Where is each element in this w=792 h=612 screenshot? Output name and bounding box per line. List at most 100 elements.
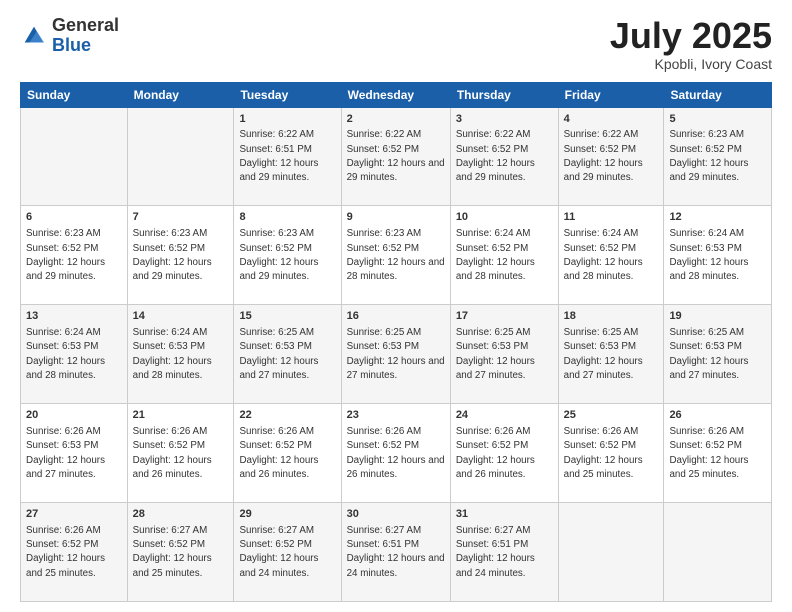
logo: General Blue bbox=[20, 16, 119, 56]
day-info: Sunrise: 6:26 AMSunset: 6:52 PMDaylight:… bbox=[456, 426, 535, 480]
calendar-week-2: 6Sunrise: 6:23 AMSunset: 6:52 PMDaylight… bbox=[21, 206, 772, 305]
day-info: Sunrise: 6:26 AMSunset: 6:52 PMDaylight:… bbox=[26, 525, 105, 579]
day-info: Sunrise: 6:26 AMSunset: 6:52 PMDaylight:… bbox=[347, 426, 445, 480]
calendar-cell: 15Sunrise: 6:25 AMSunset: 6:53 PMDayligh… bbox=[234, 305, 341, 404]
calendar-cell: 6Sunrise: 6:23 AMSunset: 6:52 PMDaylight… bbox=[21, 206, 128, 305]
calendar-cell: 25Sunrise: 6:26 AMSunset: 6:52 PMDayligh… bbox=[558, 404, 664, 503]
day-info: Sunrise: 6:22 AMSunset: 6:52 PMDaylight:… bbox=[347, 129, 445, 183]
col-saturday: Saturday bbox=[664, 82, 772, 107]
day-info: Sunrise: 6:27 AMSunset: 6:52 PMDaylight:… bbox=[133, 525, 212, 579]
day-info: Sunrise: 6:26 AMSunset: 6:53 PMDaylight:… bbox=[26, 426, 105, 480]
col-monday: Monday bbox=[127, 82, 234, 107]
day-number: 12 bbox=[669, 210, 766, 225]
day-number: 17 bbox=[456, 309, 553, 324]
calendar-cell: 5 Sunrise: 6:23 AMSunset: 6:52 PMDaylight… bbox=[664, 107, 772, 206]
main-title: July 2025 bbox=[610, 16, 772, 56]
day-info: Sunrise: 6:26 AMSunset: 6:52 PMDaylight:… bbox=[133, 426, 212, 480]
calendar-cell: 27Sunrise: 6:26 AMSunset: 6:52 PMDayligh… bbox=[21, 503, 128, 602]
day-number: 11 bbox=[564, 210, 659, 225]
header: General Blue July 2025 Kpobli, Ivory Coa… bbox=[20, 16, 772, 72]
day-number: 22 bbox=[239, 408, 335, 423]
day-info: Sunrise: 6:26 AMSunset: 6:52 PMDaylight:… bbox=[669, 426, 748, 480]
day-number: 1 bbox=[239, 112, 335, 127]
page: General Blue July 2025 Kpobli, Ivory Coa… bbox=[0, 0, 792, 612]
calendar-week-5: 27Sunrise: 6:26 AMSunset: 6:52 PMDayligh… bbox=[21, 503, 772, 602]
subtitle: Kpobli, Ivory Coast bbox=[610, 56, 772, 72]
calendar-cell bbox=[21, 107, 128, 206]
day-number: 30 bbox=[347, 507, 445, 522]
calendar-cell: 3Sunrise: 6:22 AMSunset: 6:52 PMDaylight… bbox=[450, 107, 558, 206]
day-number: 31 bbox=[456, 507, 553, 522]
day-info: Sunrise: 6:24 AMSunset: 6:52 PMDaylight:… bbox=[564, 228, 643, 282]
col-tuesday: Tuesday bbox=[234, 82, 341, 107]
header-row: Sunday Monday Tuesday Wednesday Thursday… bbox=[21, 82, 772, 107]
calendar-cell: 16 Sunrise: 6:25 AMSunset: 6:53 PMDayligh… bbox=[341, 305, 450, 404]
day-info: Sunrise: 6:25 AMSunset: 6:53 PMDaylight:… bbox=[347, 327, 445, 381]
day-info: Sunrise: 6:23 AMSunset: 6:52 PMDaylight:… bbox=[239, 228, 318, 282]
day-info: Sunrise: 6:24 AMSunset: 6:53 PMDaylight:… bbox=[133, 327, 212, 381]
col-thursday: Thursday bbox=[450, 82, 558, 107]
day-number: 24 bbox=[456, 408, 553, 423]
calendar-cell: 12 Sunrise: 6:24 AMSunset: 6:53 PMDayligh… bbox=[664, 206, 772, 305]
calendar-table: Sunday Monday Tuesday Wednesday Thursday… bbox=[20, 82, 772, 602]
day-number: 26 bbox=[669, 408, 766, 423]
calendar-cell: 8Sunrise: 6:23 AMSunset: 6:52 PMDaylight… bbox=[234, 206, 341, 305]
day-info: Sunrise: 6:26 AMSunset: 6:52 PMDaylight:… bbox=[239, 426, 318, 480]
calendar-week-3: 13 Sunrise: 6:24 AMSunset: 6:53 PMDayligh… bbox=[21, 305, 772, 404]
day-info: Sunrise: 6:24 AMSunset: 6:53 PMDaylight:… bbox=[26, 327, 105, 381]
calendar-week-1: 1 Sunrise: 6:22 AMSunset: 6:51 PMDaylight… bbox=[21, 107, 772, 206]
day-number: 9 bbox=[347, 210, 445, 225]
day-info: Sunrise: 6:27 AMSunset: 6:51 PMDaylight:… bbox=[347, 525, 445, 579]
day-number: 3 bbox=[456, 112, 553, 127]
calendar-cell: 20 Sunrise: 6:26 AMSunset: 6:53 PMDayligh… bbox=[21, 404, 128, 503]
day-number: 18 bbox=[564, 309, 659, 324]
calendar-cell: 17Sunrise: 6:25 AMSunset: 6:53 PMDayligh… bbox=[450, 305, 558, 404]
calendar-week-4: 20 Sunrise: 6:26 AMSunset: 6:53 PMDayligh… bbox=[21, 404, 772, 503]
calendar-cell: 9Sunrise: 6:23 AMSunset: 6:52 PMDaylight… bbox=[341, 206, 450, 305]
day-number: 29 bbox=[239, 507, 335, 522]
day-info: Sunrise: 6:25 AMSunset: 6:53 PMDaylight:… bbox=[669, 327, 748, 381]
day-info: Sunrise: 6:22 AMSunset: 6:52 PMDaylight:… bbox=[564, 129, 643, 183]
day-info: Sunrise: 6:25 AMSunset: 6:53 PMDaylight:… bbox=[564, 327, 643, 381]
logo-blue-text: Blue bbox=[52, 36, 119, 56]
logo-icon bbox=[20, 22, 48, 50]
calendar-cell: 26 Sunrise: 6:26 AMSunset: 6:52 PMDayligh… bbox=[664, 404, 772, 503]
day-number: 16 bbox=[347, 309, 445, 324]
calendar-cell: 24 Sunrise: 6:26 AMSunset: 6:52 PMDayligh… bbox=[450, 404, 558, 503]
day-info: Sunrise: 6:24 AMSunset: 6:53 PMDaylight:… bbox=[669, 228, 748, 282]
calendar-cell: 30 Sunrise: 6:27 AMSunset: 6:51 PMDayligh… bbox=[341, 503, 450, 602]
col-wednesday: Wednesday bbox=[341, 82, 450, 107]
calendar-cell: 22 Sunrise: 6:26 AMSunset: 6:52 PMDayligh… bbox=[234, 404, 341, 503]
calendar-cell bbox=[558, 503, 664, 602]
calendar-cell: 14 Sunrise: 6:24 AMSunset: 6:53 PMDayligh… bbox=[127, 305, 234, 404]
calendar-cell: 7Sunrise: 6:23 AMSunset: 6:52 PMDaylight… bbox=[127, 206, 234, 305]
calendar-body: 1 Sunrise: 6:22 AMSunset: 6:51 PMDaylight… bbox=[21, 107, 772, 601]
day-number: 4 bbox=[564, 112, 659, 127]
calendar-cell bbox=[664, 503, 772, 602]
day-number: 20 bbox=[26, 408, 122, 423]
calendar-cell: 13 Sunrise: 6:24 AMSunset: 6:53 PMDayligh… bbox=[21, 305, 128, 404]
day-info: Sunrise: 6:26 AMSunset: 6:52 PMDaylight:… bbox=[564, 426, 643, 480]
day-number: 10 bbox=[456, 210, 553, 225]
calendar-cell: 23 Sunrise: 6:26 AMSunset: 6:52 PMDayligh… bbox=[341, 404, 450, 503]
day-info: Sunrise: 6:24 AMSunset: 6:52 PMDaylight:… bbox=[456, 228, 535, 282]
logo-general-text: General bbox=[52, 16, 119, 36]
day-number: 13 bbox=[26, 309, 122, 324]
day-number: 28 bbox=[133, 507, 229, 522]
day-info: Sunrise: 6:22 AMSunset: 6:51 PMDaylight:… bbox=[239, 129, 318, 183]
calendar-cell: 31Sunrise: 6:27 AMSunset: 6:51 PMDayligh… bbox=[450, 503, 558, 602]
day-info: Sunrise: 6:25 AMSunset: 6:53 PMDaylight:… bbox=[239, 327, 318, 381]
calendar-cell: 1 Sunrise: 6:22 AMSunset: 6:51 PMDaylight… bbox=[234, 107, 341, 206]
calendar-cell: 29Sunrise: 6:27 AMSunset: 6:52 PMDayligh… bbox=[234, 503, 341, 602]
day-info: Sunrise: 6:23 AMSunset: 6:52 PMDaylight:… bbox=[669, 129, 748, 183]
day-number: 14 bbox=[133, 309, 229, 324]
calendar-cell: 11 Sunrise: 6:24 AMSunset: 6:52 PMDayligh… bbox=[558, 206, 664, 305]
day-number: 23 bbox=[347, 408, 445, 423]
day-number: 5 bbox=[669, 112, 766, 127]
day-info: Sunrise: 6:23 AMSunset: 6:52 PMDaylight:… bbox=[26, 228, 105, 282]
calendar-cell: 2Sunrise: 6:22 AMSunset: 6:52 PMDaylight… bbox=[341, 107, 450, 206]
day-info: Sunrise: 6:23 AMSunset: 6:52 PMDaylight:… bbox=[133, 228, 212, 282]
calendar-cell bbox=[127, 107, 234, 206]
calendar-cell: 10 Sunrise: 6:24 AMSunset: 6:52 PMDayligh… bbox=[450, 206, 558, 305]
calendar-cell: 21Sunrise: 6:26 AMSunset: 6:52 PMDayligh… bbox=[127, 404, 234, 503]
